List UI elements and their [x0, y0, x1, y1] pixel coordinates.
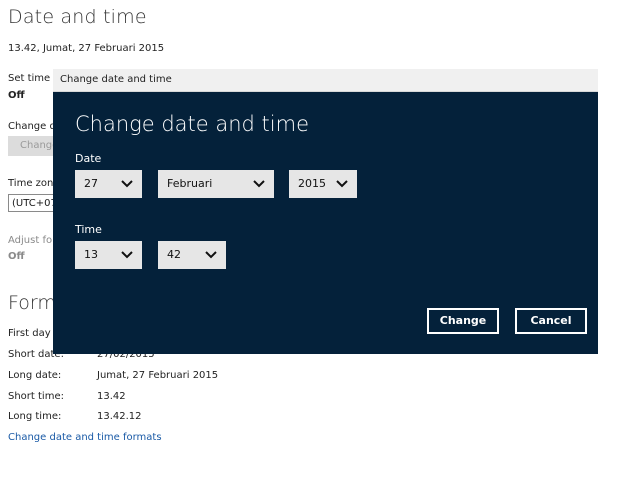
adjust-value[interactable]: Off	[8, 251, 25, 262]
chevron-down-icon	[336, 180, 348, 188]
short-time-label: Short time:	[8, 391, 64, 402]
minute-value: 42	[167, 248, 181, 261]
long-time-value: 13.42.12	[97, 411, 142, 422]
hour-value: 13	[84, 248, 98, 261]
minute-dropdown[interactable]: 42	[158, 241, 226, 269]
dialog-heading: Change date and time	[75, 112, 310, 136]
long-date-value: Jumat, 27 Februari 2015	[97, 370, 219, 381]
dialog-bar-title: Change date and time	[60, 74, 172, 85]
chevron-down-icon	[121, 180, 133, 188]
year-dropdown[interactable]: 2015	[289, 170, 357, 198]
date-label: Date	[75, 152, 102, 165]
day-dropdown[interactable]: 27	[75, 170, 142, 198]
day-value: 27	[84, 177, 98, 190]
dialog-change-button[interactable]: Change	[427, 308, 499, 334]
current-datetime: 13.42, Jumat, 27 Februari 2015	[8, 43, 165, 54]
chevron-down-icon	[253, 180, 265, 188]
long-time-label: Long time:	[8, 411, 62, 422]
hour-dropdown[interactable]: 13	[75, 241, 142, 269]
dialog-cancel-button[interactable]: Cancel	[515, 308, 587, 334]
year-value: 2015	[298, 177, 326, 190]
set-time-auto-value[interactable]: Off	[8, 90, 25, 101]
time-label: Time	[75, 223, 102, 236]
time-zone-label: Time zone	[8, 178, 60, 189]
chevron-down-icon	[205, 251, 217, 259]
dialog-title-bar[interactable]: Change date and time	[53, 69, 598, 92]
chevron-down-icon	[121, 251, 133, 259]
month-value: Februari	[167, 177, 213, 190]
long-date-label: Long date:	[8, 370, 62, 381]
change-formats-link[interactable]: Change date and time formats	[8, 432, 162, 443]
month-dropdown[interactable]: Februari	[158, 170, 274, 198]
page-title: Date and time	[8, 6, 147, 28]
adjust-label: Adjust for	[8, 235, 57, 246]
short-time-value: 13.42	[97, 391, 126, 402]
